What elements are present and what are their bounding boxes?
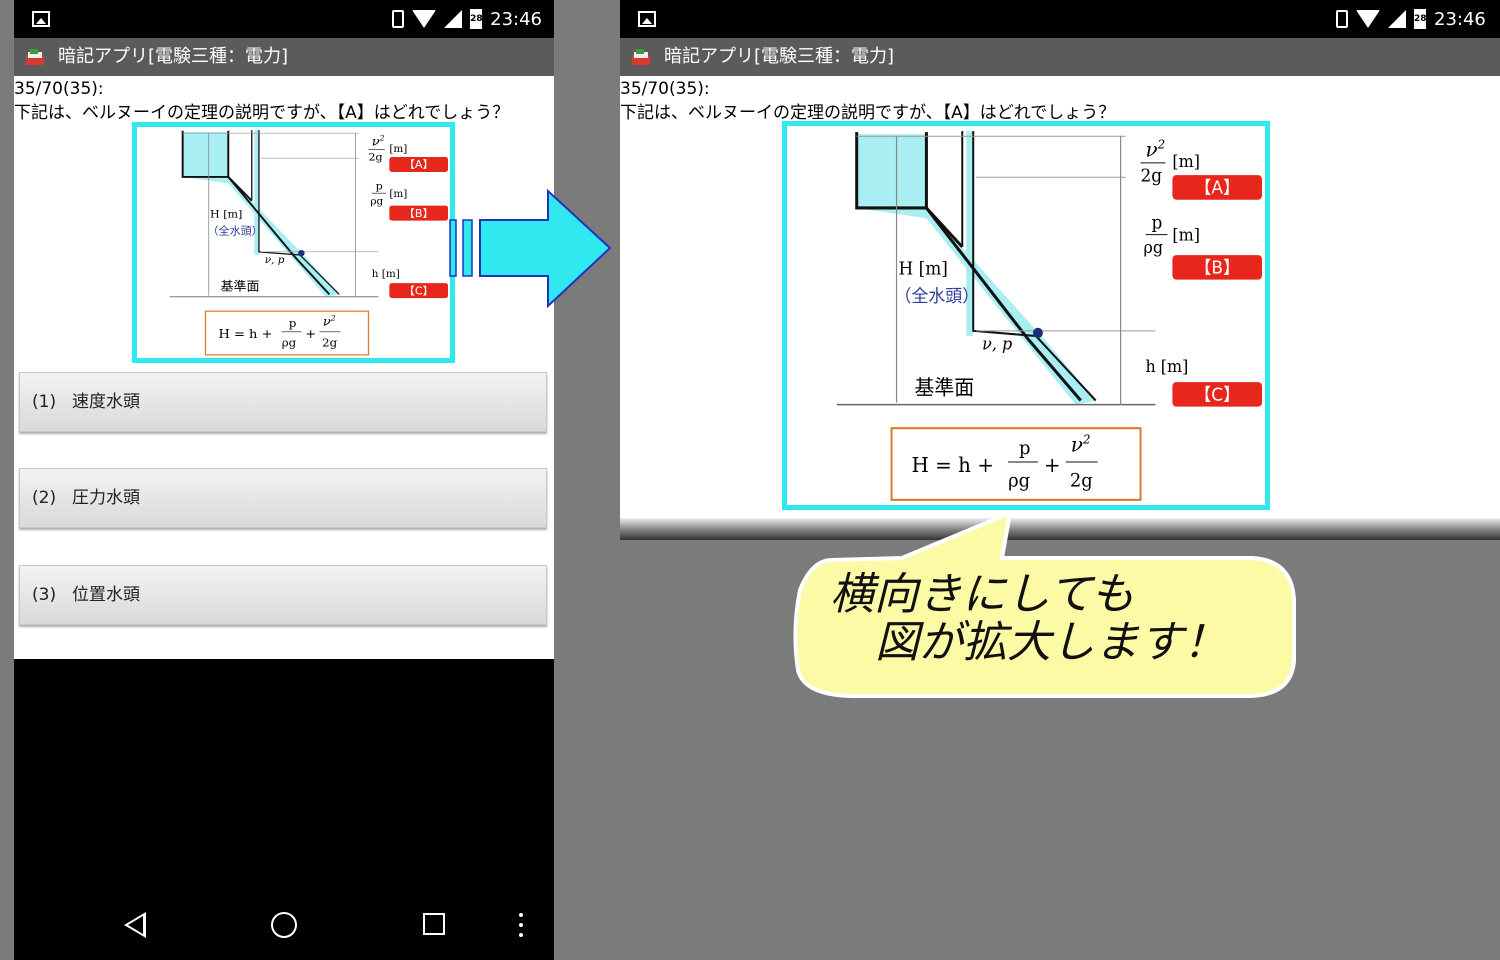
vibrate-icon xyxy=(392,10,405,28)
clock: 23:46 xyxy=(490,8,542,30)
signal-icon xyxy=(1388,10,1406,28)
answer-label: 位置水頭 xyxy=(72,585,140,605)
vp-label: ν, p xyxy=(265,255,285,266)
battery-icon: 28 xyxy=(1414,9,1427,29)
app-title-bar: 暗記アプリ[電験三種：電力] xyxy=(14,38,554,76)
label-c: 【C】 xyxy=(1194,385,1240,405)
total-head-label: （全水頭） xyxy=(895,287,980,307)
wifi-icon xyxy=(412,10,437,28)
diagram-drawing: ν2 2g [m] 【A】 p ρg [m] 【B】 H [m] （全水頭） ν… xyxy=(836,131,1263,501)
datum-label: 基準面 xyxy=(220,279,259,295)
answer-label: 速度水頭 xyxy=(72,392,140,412)
answer-button-3[interactable]: (3) 位置水頭 xyxy=(19,565,547,625)
image-notification-icon xyxy=(32,11,50,27)
p-denominator: ρg xyxy=(1144,238,1164,257)
answer-button-2[interactable]: (2) 圧力水頭 xyxy=(19,468,547,528)
answer-number: (3) xyxy=(32,585,57,605)
label-c: 【C】 xyxy=(404,285,434,298)
answer-number: (1) xyxy=(32,392,57,412)
status-bar: 28 23:46 xyxy=(620,0,1500,38)
book-app-icon xyxy=(26,49,44,65)
h-label: H [m] xyxy=(899,259,948,279)
formula-lhs: H = h + xyxy=(219,327,273,342)
question-area: 35/70(35): 下記は、ベルヌーイの定理の説明ですが、【A】はどれでしょう… xyxy=(14,76,554,659)
total-head-label: （全水頭） xyxy=(207,224,262,238)
p-numerator: p xyxy=(1151,213,1162,233)
formula-lhs: H = h + xyxy=(911,453,993,477)
navigation-bar xyxy=(14,885,554,960)
datum-label: 基準面 xyxy=(914,375,974,399)
vp-label: ν, p xyxy=(982,334,1012,353)
v2-denominator: 2g xyxy=(368,151,382,164)
p-numerator: p xyxy=(376,180,383,193)
signal-icon xyxy=(444,10,463,28)
question-text: 下記は、ベルヌーイの定理の説明ですが、【A】はどれでしょう？ xyxy=(620,103,1116,123)
formula-2g: 2g xyxy=(1070,470,1093,491)
small-h-label: h [m] xyxy=(372,269,400,280)
formula-2g: 2g xyxy=(322,336,338,350)
back-icon[interactable] xyxy=(124,912,146,938)
label-a: 【A】 xyxy=(404,158,434,171)
small-h-label: h [m] xyxy=(1146,357,1189,376)
home-icon[interactable] xyxy=(271,912,297,938)
app-title-bar: 暗記アプリ[電験三種：電力] xyxy=(620,38,1500,76)
p-denominator: ρg xyxy=(370,197,383,208)
recent-apps-icon[interactable] xyxy=(423,913,445,935)
unit-m-a: [m] xyxy=(1172,152,1200,171)
formula-rhog: ρg xyxy=(282,336,297,350)
label-b: 【B】 xyxy=(1194,258,1239,278)
unit-m-b: [m] xyxy=(1172,226,1200,245)
formula-plus: + xyxy=(305,327,316,342)
app-title: 暗記アプリ[電験三種：電力] xyxy=(58,46,289,67)
answer-number: (2) xyxy=(32,488,57,508)
vibrate-icon xyxy=(1336,10,1348,28)
landscape-screen: 28 23:46 暗記アプリ[電験三種：電力] 35/70(35): 下記は、ベ… xyxy=(620,0,1500,540)
image-notification-icon xyxy=(638,11,656,27)
wifi-icon xyxy=(1356,10,1380,28)
question-text: 下記は、ベルヌーイの定理の説明ですが、【A】はどれでしょう？ xyxy=(14,103,510,123)
right-arrow-icon xyxy=(449,188,612,309)
formula-plus: + xyxy=(1044,453,1061,477)
h-label: H [m] xyxy=(210,208,242,221)
v2-denominator: 2g xyxy=(1141,166,1163,186)
question-number: 35/70(35): xyxy=(14,79,104,99)
diagram-drawing: ν2 2g [m] 【A】 p ρg [m] 【B】 H [m] （全水頭） ν… xyxy=(169,130,449,356)
answer-button-1[interactable]: (1) 速度水頭 xyxy=(19,372,547,432)
v2-numerator: ν2 xyxy=(1146,137,1166,161)
app-title: 暗記アプリ[電験三種：電力] xyxy=(664,46,895,67)
label-b: 【B】 xyxy=(404,207,434,220)
book-app-icon xyxy=(632,49,650,65)
clock: 23:46 xyxy=(1434,8,1486,30)
formula-rhog: ρg xyxy=(1008,470,1030,491)
callout-line-2: 図が拡大します！ xyxy=(875,617,1227,668)
unit-m-a: [m] xyxy=(389,144,407,155)
question-number: 35/70(35): xyxy=(620,79,710,99)
status-bar: 28 23:46 xyxy=(14,0,554,38)
unit-m-b: [m] xyxy=(389,189,407,200)
bernoulli-diagram: ν2 2g [m] 【A】 p ρg [m] 【B】 H [m] （全水頭） ν… xyxy=(132,122,455,363)
question-area: 35/70(35): 下記は、ベルヌーイの定理の説明ですが、【A】はどれでしょう… xyxy=(620,76,1500,518)
formula-p: p xyxy=(1019,438,1030,459)
portrait-screen: 28 23:46 暗記アプリ[電験三種：電力] 35/70(35): 下記は、ベ… xyxy=(14,0,554,960)
bernoulli-diagram: ν2 2g [m] 【A】 p ρg [m] 【B】 H [m] （全水頭） ν… xyxy=(782,121,1270,510)
formula-p: p xyxy=(289,316,297,330)
overflow-menu-icon[interactable] xyxy=(519,913,523,937)
battery-icon: 28 xyxy=(470,9,483,29)
callout-line-1: 横向きにしても xyxy=(830,569,1135,620)
answer-label: 圧力水頭 xyxy=(72,488,140,508)
label-a: 【A】 xyxy=(1194,178,1239,198)
v2-numerator: ν2 xyxy=(372,134,385,150)
